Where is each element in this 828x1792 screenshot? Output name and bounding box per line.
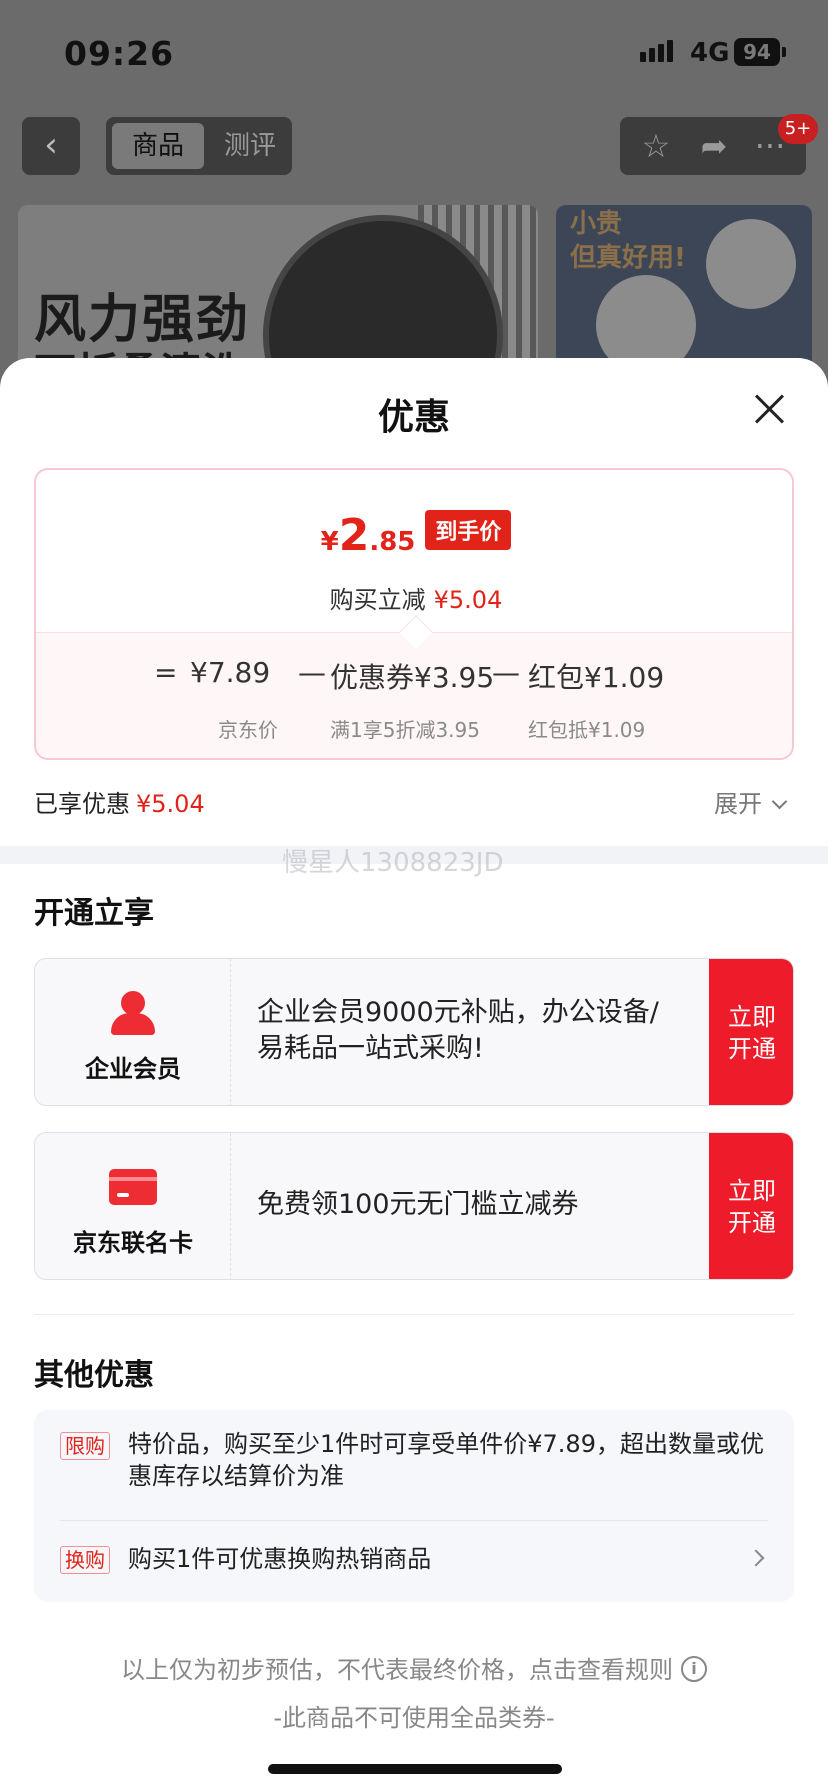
credit-card-icon <box>109 1165 157 1213</box>
close-icon[interactable] <box>748 388 790 430</box>
minus-sign-1: — <box>298 656 326 689</box>
back-button[interactable]: ‹ <box>22 117 80 175</box>
limit-tag: 限购 <box>60 1432 110 1460</box>
status-bar: 09:26 4G 94 <box>0 0 828 105</box>
final-price-currency: ¥ <box>320 527 339 557</box>
person-icon <box>109 991 157 1039</box>
open-section-title: 开通立享 <box>34 896 154 931</box>
coupon-note: 满1享5折减3.95 <box>330 718 480 742</box>
card-name: 企业会员 <box>85 1055 181 1083</box>
tab-review[interactable]: 测评 <box>214 123 286 169</box>
open-now-button[interactable]: 立即开通 <box>709 1133 793 1279</box>
home-indicator[interactable] <box>268 1764 562 1774</box>
signal-icon <box>640 40 676 62</box>
minus-sign-2: — <box>492 656 520 689</box>
price-summary-card: ¥2.85 到手价 购买立减 ¥5.04 = ¥7.89 — 优惠券¥3.95 — … <box>34 468 794 760</box>
instant-reduce-row: 购买立减 ¥5.04 <box>36 580 792 615</box>
network-type: 4G <box>690 38 730 68</box>
co-branded-card[interactable]: 京东联名卡 免费领100元无门槛立减券 立即开通 <box>34 1132 794 1280</box>
enjoyed-discount: 已享优惠 ¥5.04 <box>34 784 205 819</box>
card-description: 免费领100元无门槛立减券 <box>257 1189 579 1220</box>
enjoyed-amount: ¥5.04 <box>136 790 205 818</box>
card-left: 企业会员 <box>35 959 231 1105</box>
card-description: 企业会员9000元补贴，办公设备/易耗品一站式采购! <box>257 997 659 1064</box>
divider <box>34 1314 794 1315</box>
exchange-text[interactable]: 购买1件可优惠换购热销商品 <box>128 1543 708 1575</box>
card-name: 京东联名卡 <box>73 1229 193 1257</box>
battery-tip <box>782 47 786 57</box>
final-price-tag: 到手价 <box>425 509 512 550</box>
tab-product[interactable]: 商品 <box>112 123 204 169</box>
side-banner-line-1: 小贵 <box>570 209 623 239</box>
jd-price: ¥7.89 <box>190 656 271 689</box>
star-icon[interactable]: ☆ <box>634 125 678 167</box>
coupon-amount: 优惠券¥3.95 <box>330 661 495 694</box>
instant-reduce-amount: ¥5.04 <box>433 586 503 614</box>
fan-image-small <box>706 219 796 309</box>
card-left: 京东联名卡 <box>35 1133 231 1279</box>
enterprise-member-card[interactable]: 企业会员 企业会员9000元补贴，办公设备/易耗品一站式采购! 立即开通 <box>34 958 794 1106</box>
instant-reduce-label: 购买立减 <box>329 586 426 614</box>
share-icon[interactable]: ➦ <box>692 125 736 167</box>
expand-button[interactable]: 展开 <box>714 784 788 819</box>
final-price: ¥2.85 <box>321 510 416 561</box>
status-time: 09:26 <box>64 34 175 73</box>
coupon-restriction-note: -此商品不可使用全品类券- <box>273 1704 555 1732</box>
equals-sign: = <box>154 656 178 689</box>
final-price-decimal: .85 <box>369 527 416 557</box>
background-product-page: 09:26 4G 94 ‹ 商品 测评 ☆ ➦ ··· 5+ 风力强劲 可折叠清… <box>0 0 828 405</box>
side-banner-line-2: 但真好用! <box>570 243 686 273</box>
final-price-integer: 2 <box>338 510 370 561</box>
watermark: 慢星人1308823JD <box>282 848 504 878</box>
expand-label: 展开 <box>714 790 762 818</box>
enjoyed-label: 已享优惠 <box>34 790 130 818</box>
battery-icon: 94 <box>734 38 780 66</box>
side-banner-text: 小贵 但真好用! <box>570 207 686 275</box>
limit-text: 特价品，购买至少1件时可享受单件价¥7.89，超出数量或优惠库存以结算价为准 <box>128 1430 764 1490</box>
other-section-title: 其他优惠 <box>34 1358 154 1393</box>
jd-price-label: 京东价 <box>218 718 278 742</box>
final-price-row: ¥2.85 到手价 <box>36 509 792 561</box>
exchange-tag: 换购 <box>60 1546 110 1574</box>
sheet-title: 优惠 <box>377 397 450 438</box>
open-now-label: 立即开通 <box>728 1003 776 1063</box>
other-discounts: 限购 特价品，购买至少1件时可享受单件价¥7.89，超出数量或优惠库存以结算价为… <box>34 1410 794 1602</box>
chevron-down-icon <box>771 793 788 810</box>
redpacket-note: 红包抵¥1.09 <box>528 718 646 742</box>
rules-note[interactable]: 以上仅为初步预估，不代表最终价格，点击查看规则 i <box>0 1650 828 1685</box>
tab-switcher: 商品 测评 <box>106 117 292 175</box>
chevron-right-icon[interactable] <box>747 1549 765 1567</box>
open-now-label: 立即开通 <box>728 1177 776 1237</box>
rules-note-text: 以上仅为初步预估，不代表最终价格，点击查看规则 <box>121 1656 673 1684</box>
discount-sheet: 优惠 ¥2.85 到手价 购买立减 ¥5.04 = ¥7.89 — 优惠券¥3.95… <box>0 358 828 1792</box>
open-now-button[interactable]: 立即开通 <box>709 959 793 1105</box>
info-icon[interactable]: i <box>681 1656 707 1682</box>
divider <box>60 1520 768 1521</box>
redpacket-amount: 红包¥1.09 <box>528 661 665 694</box>
notification-badge: 5+ <box>778 114 818 144</box>
